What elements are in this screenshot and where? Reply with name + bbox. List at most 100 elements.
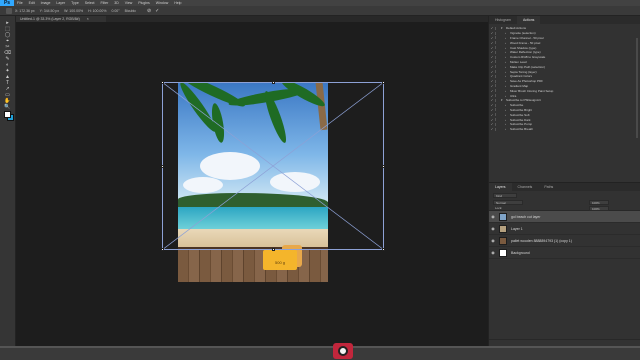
dialog-toggle[interactable] <box>495 36 501 40</box>
eye-icon[interactable]: ◉ <box>489 214 497 219</box>
tab-histogram[interactable]: Histogram <box>489 16 517 24</box>
dialog-toggle[interactable] <box>495 127 501 131</box>
foreground-color-swatch[interactable] <box>4 111 11 118</box>
action-label: Wood Frame - 50 pixel <box>510 40 541 45</box>
layer-thumbnail <box>499 212 507 221</box>
x-field[interactable]: X: 172.36 px <box>15 9 35 13</box>
angle-field[interactable]: 0.00° <box>111 9 119 13</box>
options-bar: X: 172.36 px Y: 344.50 px W: 100.00% H: … <box>0 6 640 16</box>
dialog-toggle[interactable] <box>495 31 501 35</box>
layer-name: Background <box>511 250 530 255</box>
confirm-transform-icon[interactable]: ✓ <box>155 8 159 14</box>
dialog-toggle[interactable] <box>495 103 501 107</box>
actions-panel: Histogram Actions ✓ ▾ Default Actions ✓ › Vign… <box>488 16 640 186</box>
dialog-toggle[interactable] <box>495 50 501 54</box>
layer-row[interactable]: ◉ gol beach cut layer <box>489 211 640 223</box>
layers-toolbar: Kind Normal 100% Lock: 100% <box>489 191 640 211</box>
interpolation-select[interactable]: Bicubic <box>125 9 136 13</box>
close-icon[interactable]: × <box>87 17 89 21</box>
dialog-toggle[interactable] <box>495 89 501 93</box>
dialog-toggle[interactable] <box>495 108 501 112</box>
layer-row[interactable]: ◉ Background <box>489 247 640 259</box>
actions-scrollbar[interactable] <box>636 38 638 138</box>
width-field[interactable]: W: 100.00% <box>64 9 83 13</box>
opacity-field[interactable]: 100% <box>589 200 609 205</box>
dialog-toggle[interactable] <box>495 113 501 117</box>
dialog-toggle[interactable] <box>495 118 501 122</box>
layer-name: gol beach cut layer <box>511 214 541 219</box>
transform-handle-bl[interactable] <box>161 248 164 251</box>
actions-panel-tabs: Histogram Actions <box>489 16 640 24</box>
action-label: Subscribe Dark <box>510 117 531 122</box>
action-label: Ultra <box>510 93 517 98</box>
layers-footer <box>489 339 640 346</box>
transform-handle-t[interactable] <box>272 81 275 84</box>
transform-bounding-box[interactable] <box>161 81 385 251</box>
dialog-toggle[interactable] <box>495 55 501 59</box>
dialog-toggle[interactable] <box>495 65 501 69</box>
camera-lens <box>338 346 348 356</box>
action-label: Subscribe <box>510 103 524 108</box>
y-field[interactable]: Y: 344.50 px <box>40 9 59 13</box>
action-label: Default Actions <box>506 26 527 31</box>
tool-14-icon[interactable]: 🔍 <box>4 104 11 110</box>
dialog-toggle[interactable] <box>495 70 501 74</box>
action-label: Subscribe Breath <box>510 127 534 132</box>
transform-handle-br[interactable] <box>382 248 385 251</box>
dialog-toggle[interactable] <box>495 84 501 88</box>
tab-channels[interactable]: Channels <box>512 183 539 191</box>
taskbar-divider <box>0 346 640 348</box>
height-field[interactable]: H: 100.00% <box>88 9 106 13</box>
transform-handle-l[interactable] <box>161 165 164 168</box>
transform-handle-tr[interactable] <box>382 81 385 84</box>
dialog-toggle[interactable] <box>495 79 501 83</box>
transform-handle-r[interactable] <box>382 165 385 168</box>
action-label: Make Clip Path (selection) <box>510 64 546 69</box>
layers-panel: Layers Channels Paths Kind Normal 100% Loc… <box>488 182 640 346</box>
action-item[interactable]: ✓ › Subscribe Breath <box>489 127 640 132</box>
kind-filter[interactable]: Kind <box>493 193 517 198</box>
dialog-toggle[interactable] <box>495 122 501 126</box>
action-label: Vignette (selection) <box>510 31 536 36</box>
blend-mode-select[interactable]: Normal <box>493 200 523 205</box>
action-label: Sepia Toning (layer) <box>510 69 537 74</box>
action-label: Gradient Map <box>510 83 529 88</box>
layer-thumbnail <box>499 248 507 257</box>
layer-row[interactable]: ◉ Layer 1 <box>489 223 640 235</box>
canvas-area[interactable]: 500 g <box>16 22 488 346</box>
document-title: Untitled-1 @ 33.3% (Layer 2, RGB/8#) <box>20 17 80 21</box>
layers-panel-tabs: Layers Channels Paths <box>489 183 640 191</box>
action-label: Cast Shadow (type) <box>510 45 537 50</box>
product-box: 500 g <box>263 250 297 270</box>
layer-row[interactable]: ◉ pallet wooden 8888894793 (1) (copy 1) <box>489 235 640 247</box>
action-label: Molten Lead <box>510 59 527 64</box>
dialog-toggle[interactable] <box>495 41 501 45</box>
tab-actions[interactable]: Actions <box>516 16 541 24</box>
eye-icon[interactable]: ◉ <box>489 238 497 243</box>
product-label: 500 g <box>275 260 286 265</box>
action-label: Subscribe Soft <box>510 112 530 117</box>
transform-handle-b[interactable] <box>272 248 275 251</box>
dialog-toggle[interactable] <box>495 60 501 64</box>
action-label: Save As Photoshop PDF <box>510 79 544 84</box>
eye-icon[interactable]: ◉ <box>489 226 497 231</box>
layer-thumbnail <box>499 236 507 245</box>
transform-handle-tl[interactable] <box>161 81 164 84</box>
layer-name: pallet wooden 8888894793 (1) (copy 1) <box>511 238 572 243</box>
dialog-toggle[interactable] <box>495 74 501 78</box>
move-tool-icon[interactable] <box>6 7 12 14</box>
eye-icon[interactable]: ◉ <box>489 250 497 255</box>
dialog-toggle[interactable] <box>495 46 501 50</box>
action-label: Water Reflection (type) <box>510 50 541 55</box>
camera-icon[interactable] <box>333 343 353 359</box>
taskbar <box>0 346 640 360</box>
action-label: Subscribe to PSDesignArt <box>506 98 541 103</box>
action-label: Frame Channel - 50 pixel <box>510 35 544 40</box>
action-label: Mixer Brush Cloning Paint Setup <box>510 88 554 93</box>
action-label: Subscribe Bright <box>510 107 533 112</box>
cancel-transform-icon[interactable]: ⊘ <box>147 8 151 14</box>
dialog-toggle[interactable] <box>495 94 501 98</box>
tab-layers[interactable]: Layers <box>489 183 512 191</box>
tools-panel: ▸ ⬚ ◯ ⌖ ✂ ⌫ ✎ ◐ ✦ ▲ T ↗ ▭ ✋ 🔍 <box>0 16 16 346</box>
tab-paths[interactable]: Paths <box>538 183 559 191</box>
